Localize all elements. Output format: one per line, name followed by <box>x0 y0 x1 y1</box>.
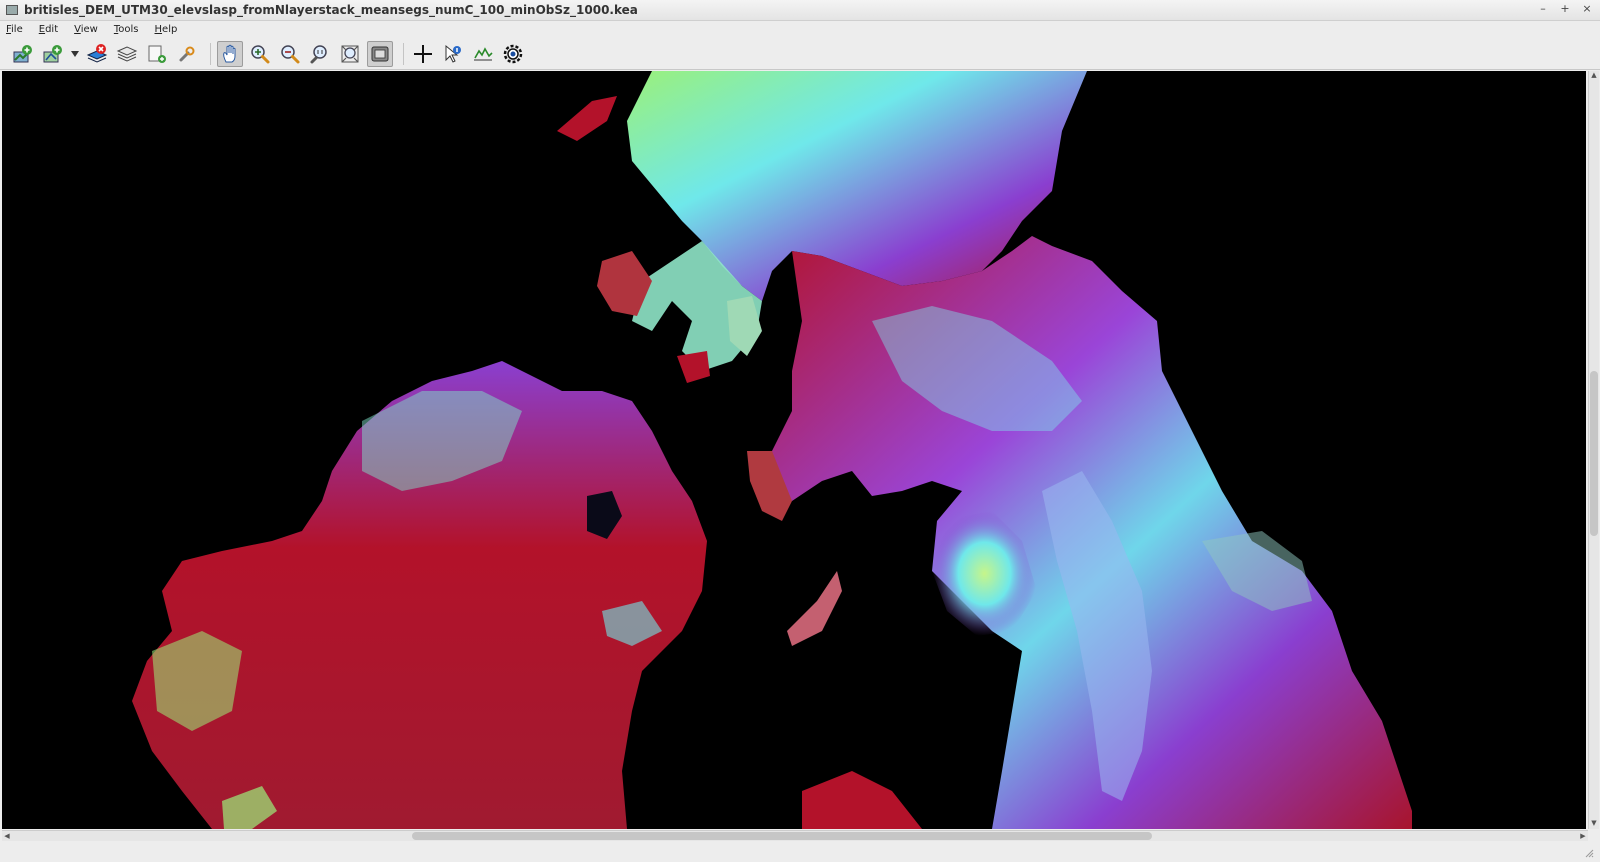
new-window-icon <box>148 45 166 63</box>
zoom-native-icon <box>310 44 327 63</box>
follow-extent-button[interactable] <box>367 40 393 67</box>
menu-help[interactable]: Help <box>155 24 178 35</box>
view-settings-button[interactable] <box>500 41 526 67</box>
zoom-in-button[interactable] <box>247 41 273 67</box>
scroll-left-icon[interactable]: ◀ <box>2 831 12 841</box>
add-layer-icon <box>13 44 32 62</box>
vertical-scroll-thumb[interactable] <box>1590 371 1598 536</box>
follow-extent-icon <box>371 46 389 61</box>
island-isle-of-man <box>787 571 842 646</box>
zoom-in-icon <box>251 44 270 63</box>
profile-icon <box>474 46 493 60</box>
minimize-button[interactable]: – <box>1536 2 1550 16</box>
horizontal-scrollbar[interactable]: ◀ ▶ <box>2 830 1588 841</box>
menubar: File Edit View Tools Help <box>0 20 1600 38</box>
remove-layer-icon <box>86 43 108 63</box>
window-title: britisles_DEM_UTM30_elevslasp_fromNlayer… <box>24 3 638 17</box>
wales-north-fragment <box>802 771 922 829</box>
map-viewport[interactable] <box>2 71 1586 829</box>
island-skye <box>557 96 617 141</box>
properties-wrench-icon <box>179 46 195 61</box>
vertical-scrollbar[interactable]: ▲ ▼ <box>1588 71 1599 829</box>
zoom-out-icon <box>281 44 300 63</box>
menu-tools[interactable]: Tools <box>114 24 139 35</box>
add-layer-button[interactable] <box>10 41 36 67</box>
menu-file[interactable]: File <box>6 24 23 35</box>
new-window-button[interactable] <box>144 41 170 67</box>
layers-icon <box>116 45 138 62</box>
crosshair-button[interactable] <box>410 41 436 67</box>
zoom-native-button[interactable] <box>307 41 333 67</box>
toolbar-separator <box>403 42 404 65</box>
status-bar <box>0 841 1600 862</box>
add-vector-icon <box>43 44 62 62</box>
query-point-icon <box>445 44 461 63</box>
add-dropdown-arrow[interactable] <box>70 41 80 67</box>
add-vector-button[interactable] <box>40 41 66 67</box>
menu-view[interactable]: View <box>74 24 98 35</box>
query-point-button[interactable] <box>440 41 466 67</box>
pan-tool-button[interactable] <box>217 40 243 67</box>
scroll-up-icon[interactable]: ▲ <box>1589 71 1599 81</box>
window-controls: – + × <box>1536 2 1594 16</box>
app-icon <box>6 5 18 15</box>
properties-button[interactable] <box>174 41 200 67</box>
island-islay <box>677 351 710 383</box>
scroll-right-icon[interactable]: ▶ <box>1578 831 1588 841</box>
close-button[interactable]: × <box>1580 2 1594 16</box>
view-settings-eye-icon <box>503 44 523 63</box>
scroll-down-icon[interactable]: ▼ <box>1589 819 1599 829</box>
layers-button[interactable] <box>114 41 140 67</box>
profile-button[interactable] <box>470 41 496 67</box>
zoom-full-extent-icon <box>341 45 359 62</box>
zoom-out-button[interactable] <box>277 41 303 67</box>
pan-hand-icon <box>223 44 236 62</box>
window-titlebar: britisles_DEM_UTM30_elevslasp_fromNlayer… <box>0 0 1600 21</box>
menu-edit[interactable]: Edit <box>39 24 58 35</box>
crosshair-icon <box>414 44 432 63</box>
maximize-button[interactable]: + <box>1558 2 1572 16</box>
raster-image <box>132 71 1412 829</box>
resize-grip-icon[interactable] <box>1584 848 1594 858</box>
dropdown-arrow-icon <box>71 50 79 57</box>
horizontal-scroll-thumb[interactable] <box>412 832 1152 840</box>
zoom-full-extent-button[interactable] <box>337 41 363 67</box>
remove-layer-button[interactable] <box>84 41 110 67</box>
toolbar <box>0 38 1600 70</box>
toolbar-separator <box>210 42 211 65</box>
